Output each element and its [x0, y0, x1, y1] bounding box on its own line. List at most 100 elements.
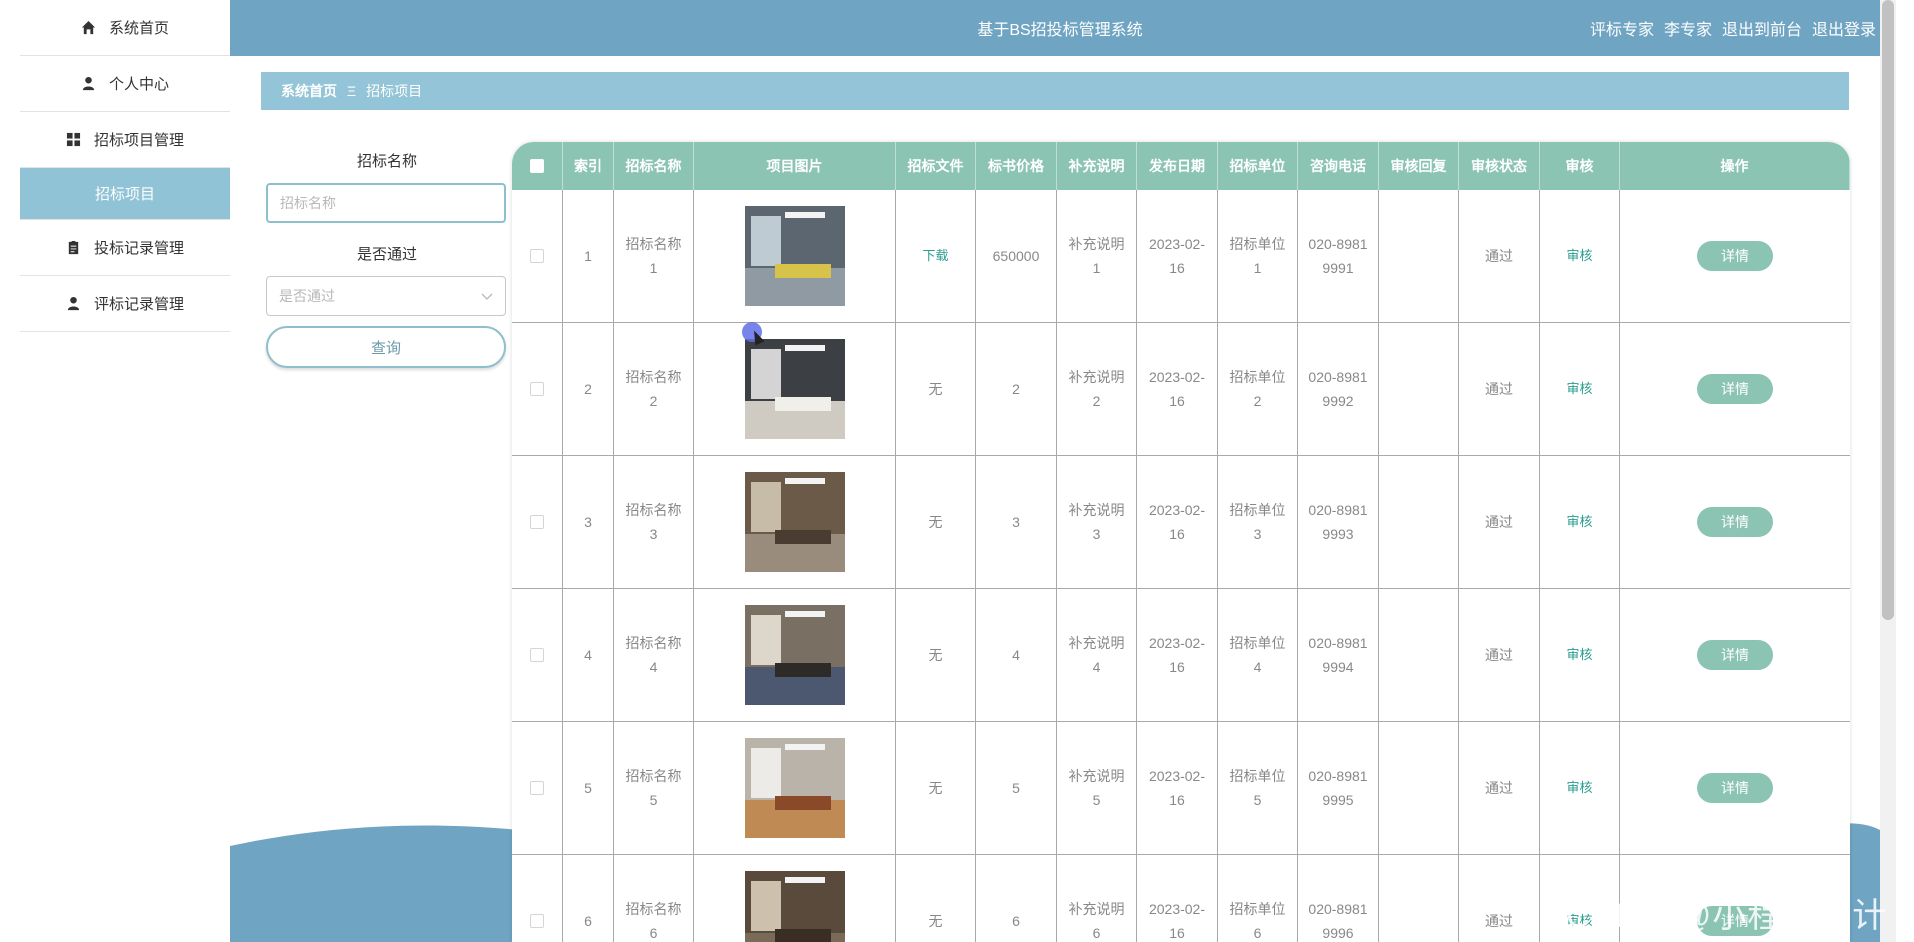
- project-thumbnail[interactable]: [744, 605, 845, 705]
- thumbnail-ceiling-light: [784, 345, 825, 351]
- audit-link[interactable]: 审核: [1566, 510, 1592, 534]
- col-header: 标书价格: [976, 142, 1057, 190]
- row-checkbox[interactable]: [530, 914, 544, 928]
- project-thumbnail[interactable]: [744, 206, 845, 306]
- sidebar-item-label: 招标项目管理: [93, 132, 184, 149]
- cell-index: 3: [563, 456, 614, 588]
- cell-phone: 020-89819994: [1298, 589, 1379, 721]
- row-checkbox[interactable]: [530, 515, 544, 529]
- project-thumbnail[interactable]: [744, 871, 845, 942]
- cell-audit: 审核: [1540, 323, 1620, 455]
- cell-note: 补充说明4: [1057, 589, 1137, 721]
- cell-bid-name: 招标名称6: [614, 855, 694, 942]
- sidebar-item-bid-project[interactable]: 招标项目: [20, 168, 230, 220]
- thumbnail-desk: [774, 929, 831, 942]
- cell-operation: 详情: [1620, 323, 1850, 455]
- cell-note: 补充说明2: [1057, 323, 1137, 455]
- project-thumbnail[interactable]: [744, 738, 845, 838]
- thumbnail-window: [750, 482, 781, 532]
- sidebar-item-label: 系统首页: [108, 20, 169, 37]
- col-header: 审核回复: [1379, 142, 1459, 190]
- sidebar-item-label: 个人中心: [108, 76, 169, 93]
- sidebar-item-profile[interactable]: 个人中心: [20, 56, 230, 112]
- exit-to-front-link[interactable]: 退出到前台: [1722, 16, 1802, 40]
- select-all-checkbox[interactable]: [530, 159, 544, 173]
- detail-button[interactable]: 详情: [1697, 507, 1773, 537]
- table-row: 4 招标名称4 无 4 补充说明4 2023-02-16 招标单位4 020-89819994…: [512, 589, 1850, 722]
- audit-link[interactable]: 审核: [1566, 244, 1592, 268]
- thumbnail-desk: [774, 264, 831, 278]
- cell-audit: 审核: [1540, 589, 1620, 721]
- pass-select[interactable]: 是否通过: [266, 276, 506, 316]
- bid-name-input[interactable]: [266, 183, 506, 223]
- table-body: 1 招标名称1 下载 650000 补充说明1 2023-02-16 招标单位1 020-89…: [512, 190, 1850, 942]
- row-select-cell: [512, 855, 563, 942]
- thumbnail-window: [750, 881, 781, 931]
- project-thumbnail[interactable]: [744, 472, 845, 572]
- col-header: 招标文件: [896, 142, 976, 190]
- logout-link[interactable]: 退出登录: [1812, 16, 1876, 40]
- cell-reply: [1379, 722, 1459, 854]
- detail-button[interactable]: 详情: [1697, 241, 1773, 271]
- breadcrumb-home[interactable]: 系统首页: [281, 81, 337, 101]
- cell-bid-file: 下载: [896, 190, 976, 322]
- thumbnail-ceiling-light: [784, 744, 825, 750]
- cell-bid-name: 招标名称1: [614, 190, 694, 322]
- col-header: 项目图片: [694, 142, 896, 190]
- cell-bid-name: 招标名称3: [614, 456, 694, 588]
- search-panel: 招标名称 是否通过 是否通过 查询: [266, 150, 508, 368]
- detail-button[interactable]: 详情: [1697, 773, 1773, 803]
- scrollbar-thumb[interactable]: [1882, 0, 1894, 620]
- cell-bid-file: 无: [896, 855, 976, 942]
- col-header: 审核: [1540, 142, 1620, 190]
- cell-date: 2023-02-16: [1137, 722, 1218, 854]
- row-checkbox[interactable]: [530, 648, 544, 662]
- audit-link[interactable]: 审核: [1566, 377, 1592, 401]
- sidebar-item-home[interactable]: 系统首页: [20, 0, 230, 56]
- audit-link[interactable]: 审核: [1566, 776, 1592, 800]
- cell-phone: 020-89819995: [1298, 722, 1379, 854]
- bid-file-none: 无: [928, 381, 943, 397]
- cell-note: 补充说明1: [1057, 190, 1137, 322]
- thumbnail-desk: [774, 530, 831, 544]
- header-user-area: 评标专家 李专家 退出到前台 退出登录: [1590, 16, 1876, 40]
- cell-project-image: [694, 190, 896, 322]
- cell-unit: 招标单位3: [1218, 456, 1298, 588]
- breadcrumb-separator: Ξ: [347, 83, 357, 99]
- sidebar-item-tender-record-management[interactable]: 投标记录管理: [20, 220, 230, 276]
- cell-status: 通过: [1459, 722, 1540, 854]
- top-header: 基于BS招投标管理系统 评标专家 李专家 退出到前台 退出登录: [230, 0, 1880, 56]
- cell-unit: 招标单位6: [1218, 855, 1298, 942]
- sidebar-item-bid-project-management[interactable]: 招标项目管理: [20, 112, 230, 168]
- detail-button[interactable]: 详情: [1697, 640, 1773, 670]
- sidebar-item-evaluation-record-management[interactable]: 评标记录管理: [20, 276, 230, 332]
- cell-project-image: [694, 323, 896, 455]
- row-checkbox[interactable]: [530, 781, 544, 795]
- query-button[interactable]: 查询: [266, 326, 506, 368]
- grid-icon: [66, 132, 82, 148]
- cell-index: 4: [563, 589, 614, 721]
- cell-unit: 招标单位4: [1218, 589, 1298, 721]
- thumbnail-ceiling-light: [784, 877, 825, 883]
- project-thumbnail[interactable]: [744, 339, 845, 439]
- bid-file-none: 无: [928, 913, 943, 929]
- table-row: 2 招标名称2 无 2 补充说明2 2023-02-16 招标单位2 020-89819992…: [512, 323, 1850, 456]
- cell-unit: 招标单位5: [1218, 722, 1298, 854]
- cell-project-image: [694, 855, 896, 942]
- row-checkbox[interactable]: [530, 249, 544, 263]
- cell-reply: [1379, 855, 1459, 942]
- pass-select-placeholder: 是否通过: [279, 288, 335, 304]
- download-link[interactable]: 下载: [922, 244, 948, 268]
- select-all-cell: [512, 142, 563, 190]
- row-checkbox[interactable]: [530, 382, 544, 396]
- cell-status: 通过: [1459, 456, 1540, 588]
- thumbnail-ceiling-light: [784, 212, 825, 218]
- cell-bid-file: 无: [896, 722, 976, 854]
- audit-link[interactable]: 审核: [1566, 643, 1592, 667]
- cell-bid-name: 招标名称5: [614, 722, 694, 854]
- cell-bid-name: 招标名称2: [614, 323, 694, 455]
- left-margin: [0, 0, 20, 942]
- cell-project-image: [694, 589, 896, 721]
- detail-button[interactable]: 详情: [1697, 374, 1773, 404]
- cell-reply: [1379, 456, 1459, 588]
